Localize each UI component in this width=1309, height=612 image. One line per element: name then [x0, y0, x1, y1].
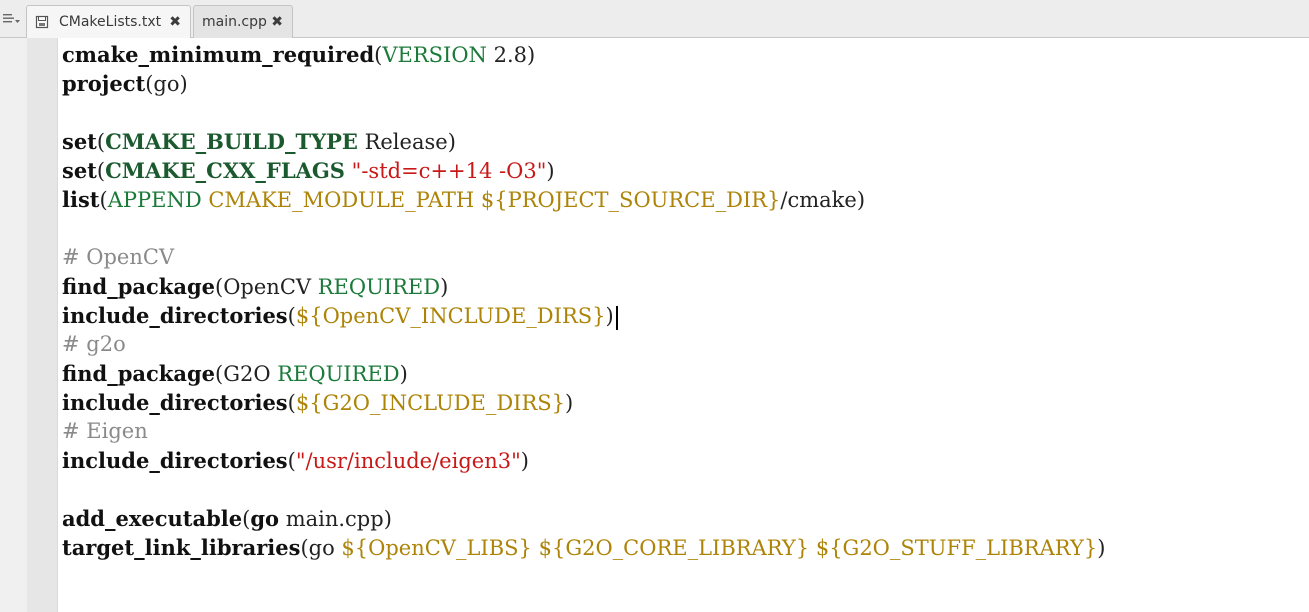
code-line: add_executable(go main.cpp): [62, 506, 392, 531]
code-line: project(go): [62, 71, 188, 96]
code-line: list(APPEND CMAKE_MODULE_PATH ${PROJECT_…: [62, 187, 866, 212]
code-line: include_directories("/usr/include/eigen3…: [62, 448, 529, 473]
code-line: # Eigen: [62, 419, 148, 443]
tab-main-cpp[interactable]: main.cpp ✖: [193, 5, 293, 38]
close-icon[interactable]: ✖: [169, 15, 181, 29]
tab-list-menu-icon[interactable]: [3, 12, 21, 26]
code-line: target_link_libraries(go ${OpenCV_LIBS} …: [62, 535, 1106, 560]
code-line: cmake_minimum_required(VERSION 2.8): [62, 42, 536, 67]
tab-label: main.cpp: [202, 14, 267, 30]
code-line: # g2o: [62, 332, 126, 356]
code-editor[interactable]: cmake_minimum_required(VERSION 2.8) proj…: [62, 40, 1309, 562]
code-line: set(CMAKE_CXX_FLAGS "-std=c++14 -O3"): [62, 158, 555, 183]
editor-window: CMakeLists.txt ✖ main.cpp ✖ cmake_minimu…: [0, 0, 1309, 612]
code-line: include_directories(${OpenCV_INCLUDE_DIR…: [62, 301, 1309, 330]
text-caret: [615, 305, 618, 330]
fold-margin: [27, 38, 58, 612]
code-line: set(CMAKE_BUILD_TYPE Release): [62, 129, 456, 154]
close-icon[interactable]: ✖: [271, 15, 283, 29]
tab-label: CMakeLists.txt: [59, 14, 162, 30]
tab-bar: CMakeLists.txt ✖ main.cpp ✖: [0, 0, 1309, 38]
code-line: include_directories(${G2O_INCLUDE_DIRS}): [62, 390, 574, 415]
code-line: # OpenCV: [62, 245, 175, 269]
tab-cmakelists[interactable]: CMakeLists.txt ✖: [26, 5, 191, 38]
code-line: find_package(OpenCV REQUIRED): [62, 274, 449, 299]
line-gutter: [0, 38, 27, 612]
document-icon: [35, 15, 49, 29]
code-line: find_package(G2O REQUIRED): [62, 361, 408, 386]
